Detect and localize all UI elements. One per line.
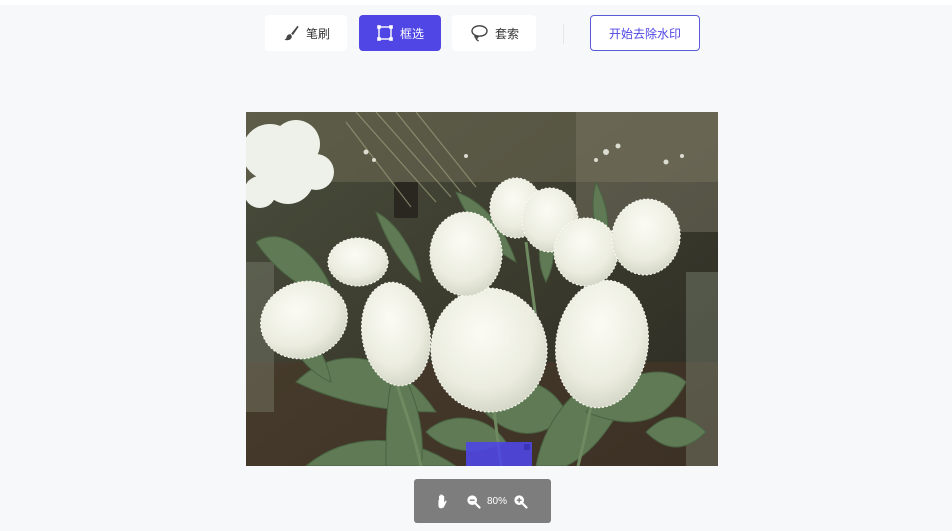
zoom-out-icon[interactable] — [466, 494, 481, 509]
toolbar: 笔刷 框选 套索 开始去除水印 — [0, 15, 952, 51]
brush-icon — [282, 24, 300, 42]
rect-select-icon — [376, 24, 394, 42]
zoom-value: 80% — [487, 495, 508, 507]
rect-select-tool-button[interactable]: 框选 — [359, 15, 441, 51]
lasso-icon — [469, 23, 489, 43]
zoom-in-icon[interactable] — [513, 494, 528, 509]
toolbar-divider — [563, 24, 564, 44]
lasso-tool-button[interactable]: 套索 — [452, 15, 536, 51]
image-canvas[interactable] — [246, 112, 718, 466]
selection-box[interactable] — [466, 442, 532, 466]
brush-tool-label: 笔刷 — [305, 26, 330, 41]
tulip-photo — [246, 112, 718, 466]
top-strip — [0, 0, 952, 5]
selection-handle[interactable] — [524, 444, 530, 450]
start-remove-watermark-button[interactable]: 开始去除水印 — [590, 15, 700, 51]
rect-select-tool-label: 框选 — [399, 26, 424, 41]
hand-icon[interactable] — [434, 492, 452, 510]
brush-tool-button[interactable]: 笔刷 — [265, 15, 347, 51]
zoom-bar: 80% — [414, 479, 551, 523]
lasso-tool-label: 套索 — [494, 26, 519, 41]
